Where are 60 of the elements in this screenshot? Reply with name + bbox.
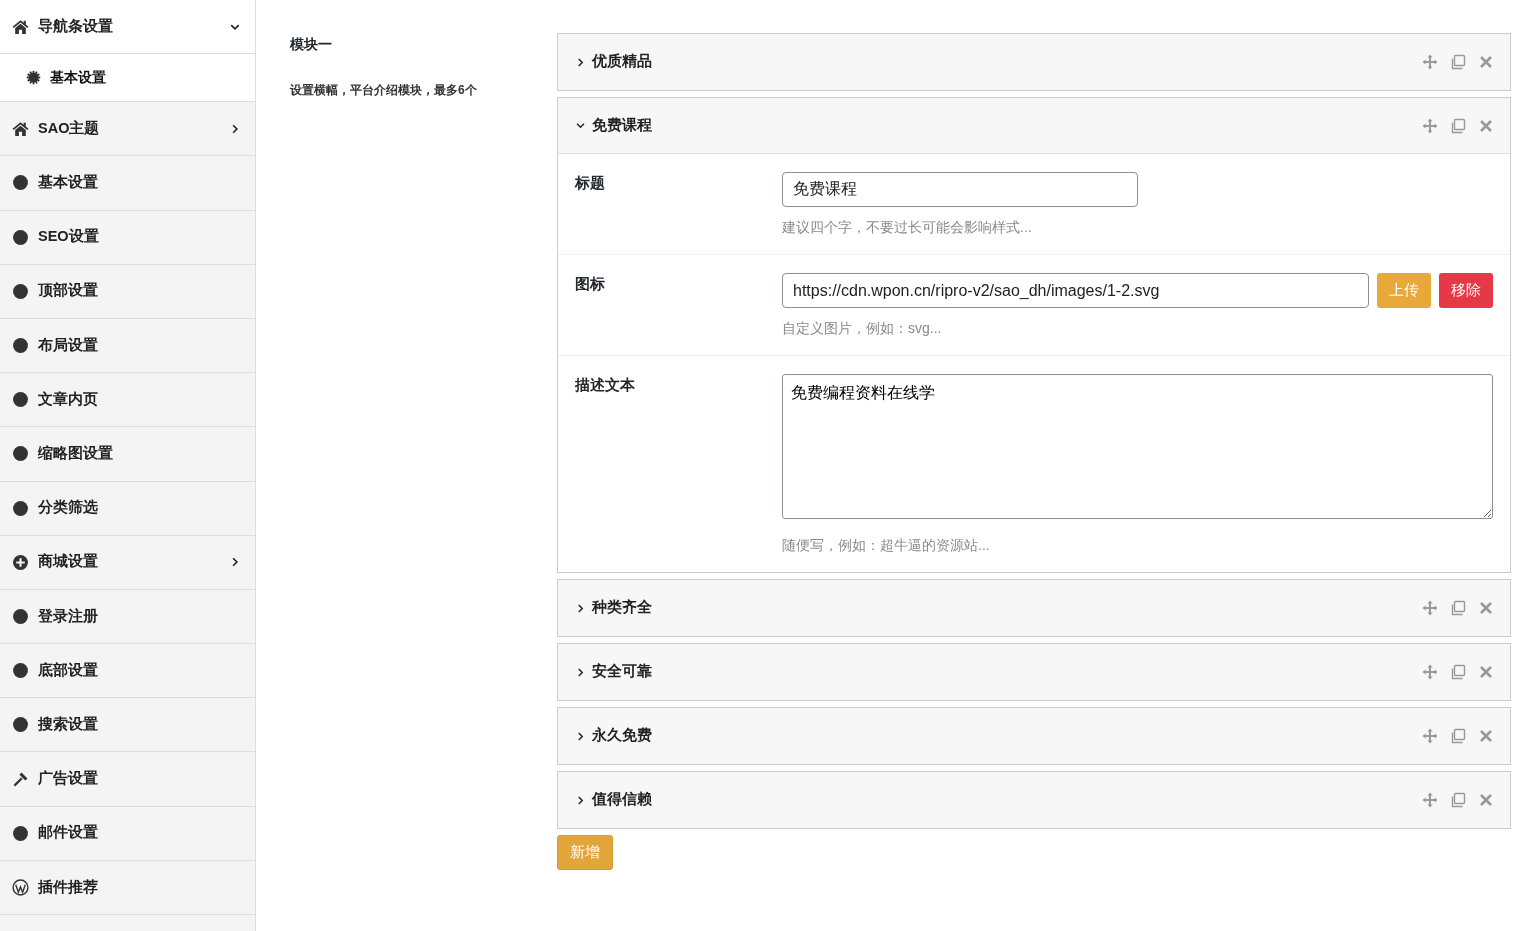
copy-icon[interactable] xyxy=(1450,600,1466,616)
hammer-icon xyxy=(12,770,29,788)
panel-header[interactable]: 种类齐全 xyxy=(558,580,1510,636)
move-icon[interactable] xyxy=(1422,728,1438,744)
field-label: 标题 xyxy=(575,174,606,193)
dot-icon xyxy=(12,662,29,680)
sidebar-subitem[interactable]: 基本设置 xyxy=(0,54,255,103)
chevron-down-icon xyxy=(575,120,586,131)
field-label: 图标 xyxy=(575,275,606,294)
move-icon[interactable] xyxy=(1422,117,1438,134)
help-text: 自定义图片，例如：svg... xyxy=(782,319,943,338)
close-icon[interactable] xyxy=(1478,54,1494,70)
panel-header[interactable]: 永久免费 xyxy=(558,708,1510,764)
help-text: 建议四个字，不要过长可能会影响样式... xyxy=(782,218,1033,237)
dot-icon xyxy=(12,337,29,355)
title-input[interactable]: 免费课程 xyxy=(782,172,1138,207)
section-title: 模块一 xyxy=(290,36,333,53)
copy-icon[interactable] xyxy=(1450,117,1466,134)
chevron-right-icon xyxy=(575,602,586,614)
dot-icon xyxy=(12,228,29,246)
remove-button[interactable]: 移除 xyxy=(1439,273,1493,308)
copy-icon[interactable] xyxy=(1450,728,1466,744)
plus-circle-icon xyxy=(12,553,29,571)
dot-icon xyxy=(12,391,29,409)
move-icon[interactable] xyxy=(1422,54,1438,70)
close-icon[interactable] xyxy=(1478,600,1494,616)
close-icon[interactable] xyxy=(1478,664,1494,680)
dot-icon xyxy=(12,716,29,734)
home-icon xyxy=(12,18,29,36)
chevron-right-icon xyxy=(575,666,586,678)
dot-icon xyxy=(12,445,29,463)
copy-icon[interactable] xyxy=(1450,54,1466,70)
copy-icon[interactable] xyxy=(1450,792,1466,808)
dot-icon xyxy=(12,607,29,625)
url-input[interactable]: https://cdn.wpon.cn/ripro-v2/sao_dh/images/1-2.svg xyxy=(782,273,1369,308)
panel-header[interactable]: 安全可靠 xyxy=(558,644,1510,700)
chevron-right-icon xyxy=(575,56,586,68)
chevron-right-icon xyxy=(575,794,586,806)
move-icon[interactable] xyxy=(1422,664,1438,680)
close-icon[interactable] xyxy=(1478,117,1494,134)
panel-header[interactable]: 优质精品 xyxy=(558,34,1510,90)
gear-icon xyxy=(26,70,41,86)
field-label: 描述文本 xyxy=(575,376,636,395)
copy-icon[interactable] xyxy=(1450,664,1466,680)
move-icon[interactable] xyxy=(1422,600,1438,616)
dot-icon xyxy=(12,824,29,842)
chevron-right-icon xyxy=(575,730,586,742)
home-icon xyxy=(12,120,29,138)
dot-icon xyxy=(12,174,29,192)
sidebar-item[interactable]: 导航条设置 xyxy=(0,0,255,55)
dot-icon xyxy=(12,282,29,300)
section-description: 设置横幅，平台介绍模块，最多6个 xyxy=(290,81,478,99)
close-icon[interactable] xyxy=(1478,792,1494,808)
wordpress-icon xyxy=(12,878,29,896)
move-icon[interactable] xyxy=(1422,792,1438,808)
panel-header[interactable]: 值得信赖 xyxy=(558,772,1510,828)
description-textarea[interactable]: 免费编程资料在线学 xyxy=(782,374,1493,519)
help-text: 随便写，例如：超牛逼的资源站... xyxy=(782,536,991,555)
dot-icon xyxy=(12,499,29,517)
close-icon[interactable] xyxy=(1478,728,1494,744)
